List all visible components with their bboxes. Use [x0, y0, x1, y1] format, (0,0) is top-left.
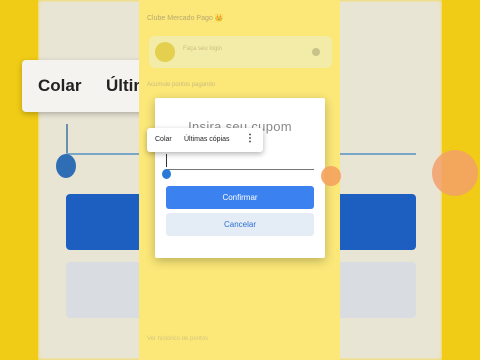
cancel-button[interactable]: Cancelar: [166, 213, 314, 236]
paste-option[interactable]: Colar: [155, 136, 172, 143]
app-footer-link[interactable]: Ver histórico de pontos: [147, 336, 208, 342]
avatar: [155, 42, 175, 62]
more-options-icon[interactable]: ⋮: [245, 133, 255, 145]
background-paste-popup: Colar Últim: [22, 60, 152, 112]
background-caret: [66, 124, 68, 156]
paste-popup: Colar Últimas cópias ⋮: [147, 128, 263, 152]
background-handle: [56, 154, 76, 178]
recent-copies-option[interactable]: Últimas cópias: [184, 136, 230, 143]
coupon-dialog: Insira seu cupom Confirmar Cancelar: [155, 98, 325, 258]
chevron-icon: [312, 48, 320, 56]
login-card-text: Faça seu login: [183, 46, 223, 52]
app-title: Clube Mercado Pago 👑: [147, 15, 224, 22]
background-left-band: [0, 0, 38, 360]
selection-handle[interactable]: [162, 169, 171, 179]
touch-indicator: [321, 166, 341, 186]
background-paste-label: Colar: [38, 76, 82, 95]
coupon-input[interactable]: [166, 169, 314, 170]
confirm-button[interactable]: Confirmar: [166, 186, 314, 209]
background-touch-indicator: [432, 150, 478, 196]
login-card[interactable]: Faça seu login: [149, 36, 332, 68]
text-cursor: [166, 154, 167, 167]
app-subtitle: Acumule pontos pagando: [147, 82, 216, 88]
